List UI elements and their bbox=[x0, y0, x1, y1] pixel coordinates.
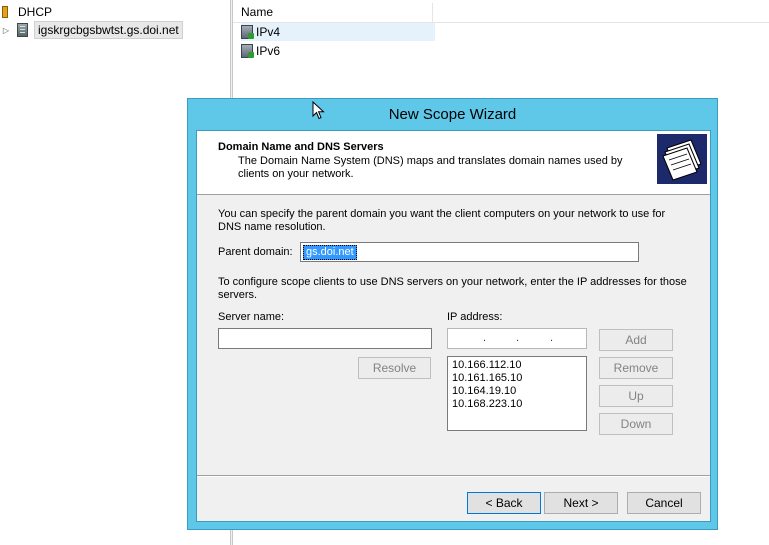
ip-octet-separator: . bbox=[483, 332, 487, 344]
ip-address-input[interactable]: . . . bbox=[447, 328, 587, 349]
resolve-button[interactable]: Resolve bbox=[358, 357, 431, 379]
cancel-button[interactable]: Cancel bbox=[627, 492, 701, 514]
column-header-name[interactable]: Name bbox=[233, 3, 433, 22]
tree-node-dhcp[interactable]: DHCP bbox=[0, 3, 55, 21]
back-button[interactable]: < Back bbox=[467, 492, 541, 514]
wizard-title: New Scope Wizard bbox=[388, 106, 517, 123]
tree-node-dhcp-label: DHCP bbox=[18, 5, 53, 19]
parent-domain-value: gs.doi.net bbox=[303, 245, 357, 260]
list-item[interactable]: 10.168.223.10 bbox=[452, 398, 582, 411]
down-button[interactable]: Down bbox=[599, 413, 673, 435]
footer-divider bbox=[197, 475, 710, 477]
dns-instructions-text: To configure scope clients to use DNS se… bbox=[218, 276, 687, 301]
remove-button[interactable]: Remove bbox=[599, 357, 673, 379]
list-item[interactable]: 10.166.112.10 bbox=[452, 359, 582, 372]
list-item-ipv4[interactable]: IPv4 bbox=[241, 23, 435, 41]
server-name-label: Server name: bbox=[218, 311, 285, 323]
wizard-client-area: Domain Name and DNS Servers The Domain N… bbox=[196, 130, 711, 522]
ip-octet-separator: . bbox=[516, 332, 520, 344]
intro-text: You can specify the parent domain you wa… bbox=[218, 208, 666, 233]
list-header: Name bbox=[233, 3, 769, 23]
expand-arrow-icon[interactable]: ▷ bbox=[1, 26, 11, 35]
scope-server-icon bbox=[241, 25, 254, 39]
ip-octet-separator: . bbox=[550, 332, 554, 344]
list-item-label: IPv6 bbox=[256, 44, 281, 58]
list-item-label: IPv4 bbox=[256, 25, 281, 39]
parent-domain-label: Parent domain: bbox=[218, 246, 293, 258]
page-title: Domain Name and DNS Servers bbox=[218, 141, 384, 153]
page-description: The Domain Name System (DNS) maps and tr… bbox=[238, 155, 623, 180]
dns-server-ip-list[interactable]: 10.166.112.10 10.161.165.10 10.164.19.10… bbox=[447, 356, 587, 431]
wizard-titlebar[interactable]: New Scope Wizard bbox=[188, 99, 717, 130]
tree-node-server[interactable]: ▷ igskrgcbgsbwtst.gs.doi.net bbox=[0, 21, 183, 39]
add-button[interactable]: Add bbox=[599, 329, 673, 351]
server-name-input[interactable] bbox=[218, 328, 432, 349]
list-item-ipv6[interactable]: IPv6 bbox=[241, 42, 435, 60]
mouse-pointer-icon bbox=[312, 101, 325, 120]
tree-node-server-label: igskrgcbgsbwtst.gs.doi.net bbox=[34, 21, 183, 39]
scope-server-icon bbox=[241, 44, 254, 58]
next-button[interactable]: Next > bbox=[544, 492, 618, 514]
ip-address-label: IP address: bbox=[447, 311, 503, 323]
list-item[interactable]: 10.161.165.10 bbox=[452, 372, 582, 385]
dhcp-icon bbox=[1, 5, 11, 19]
server-icon bbox=[17, 23, 28, 37]
wizard-header: Domain Name and DNS Servers The Domain N… bbox=[197, 131, 710, 195]
parent-domain-input[interactable]: gs.doi.net bbox=[300, 242, 639, 262]
new-scope-wizard-dialog: New Scope Wizard Domain Name and DNS Ser… bbox=[187, 98, 718, 530]
up-button[interactable]: Up bbox=[599, 385, 673, 407]
folders-icon bbox=[657, 134, 707, 184]
list-item[interactable]: 10.164.19.10 bbox=[452, 385, 582, 398]
